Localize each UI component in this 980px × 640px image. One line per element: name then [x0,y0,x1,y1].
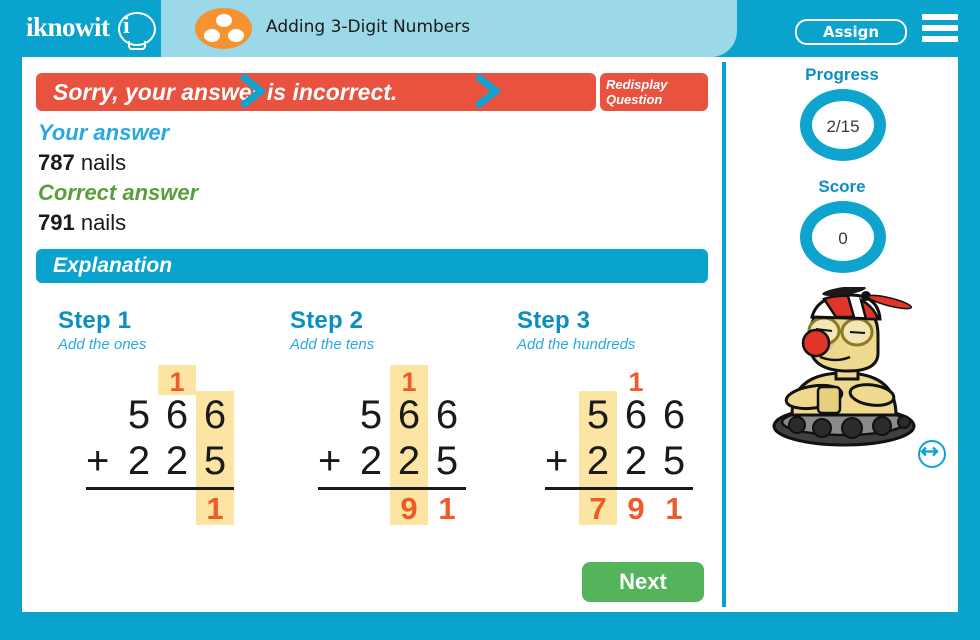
score-value: 0 [838,229,848,248]
addition-column-3: 65 1 [655,365,693,526]
addend2-digit: 5 [435,439,459,483]
your-answer-value: 787 nails [38,150,126,176]
sum-rule-line [545,487,693,490]
redisplay-question-button[interactable]: Redisplay Question [600,73,708,111]
column-addition: 5 2 1 6 2 6 5 1 + [58,365,273,526]
sum-rule-line [318,487,466,490]
addition-column-1: 52 [352,365,390,525]
your-answer-unit: nails [74,150,127,175]
dot-left [204,29,220,42]
column-addition: 5 2 1 6 2 9 6 5 1 + [290,365,505,526]
step-subtitle: Add the ones [58,336,147,353]
iknowit-app-window: iknowit i Adding 3-Digit Numbers Assign … [0,0,980,640]
addend1-digit: 5 [127,393,151,437]
correct-answer-label: Correct answer [38,180,199,205]
correct-answer-value: 791 nails [38,210,126,236]
explanation-step-1: Step 1 Add the ones 5 2 1 6 2 6 5 1 + [58,307,273,526]
plus-sign: + [318,439,342,483]
logo-bulb-letter: i [123,13,130,39]
assign-button[interactable]: Assign [795,19,907,45]
addend2-digit: 5 [662,439,686,483]
next-button[interactable]: Next [582,562,704,602]
explanation-step-2: Step 2 Add the tens 5 2 1 6 2 9 6 5 1 + [290,307,505,526]
sum-digit: 1 [206,491,224,526]
addition-column-3: 65 1 [428,365,466,526]
lesson-title: Adding 3-Digit Numbers [266,17,471,37]
addend1-digit: 6 [203,393,227,437]
explanation-header: Explanation [36,249,708,283]
addend1-digit: 6 [624,393,648,437]
addend1-digit: 6 [165,393,189,437]
dot-top [216,14,232,27]
sum-digit: 7 [589,491,607,526]
addend1-digit: 6 [435,393,459,437]
hamburger-menu-icon[interactable] [922,14,958,43]
addend1-digit: 6 [662,393,686,437]
explanation-step-3: Step 3 Add the hundreds 5 2 7 1 6 2 9 6 5 1 + [517,307,732,526]
addition-column-2: 1629 [390,365,428,526]
menu-bar-1 [922,14,958,20]
redisplay-line-2: Question [606,92,663,107]
iknowit-logo[interactable]: iknowit i [22,8,158,50]
addition-column-1: 52 [120,365,158,525]
your-answer-number: 787 [38,150,75,175]
plus-sign: + [545,439,569,483]
addend2-digit: 2 [359,439,383,483]
progress-value: 2/15 [826,117,860,136]
addend1-digit: 5 [586,393,610,437]
addend2-digit: 5 [203,439,227,483]
chevron-right-icon-1 [237,71,267,111]
three-dots-circle-icon [195,8,252,49]
redisplay-line-1: Redisplay [606,77,668,92]
step-subtitle: Add the hundreds [517,336,636,353]
sum-digit: 1 [438,491,456,526]
step-title: Step 3 [517,307,591,334]
addend2-digit: 2 [586,439,610,483]
addend2-digit: 2 [127,439,151,483]
column-addition: 5 2 7 1 6 2 9 6 5 1 + [517,365,732,526]
your-answer-label: Your answer [38,120,170,145]
progress-label: Progress [805,65,879,84]
logo-text: iknowit [26,12,110,42]
correct-answer-unit: nails [74,210,127,235]
horizontal-resize-icon[interactable] [918,440,946,468]
addend2-digit: 2 [397,439,421,483]
sum-digit: 9 [627,491,645,526]
question-panel: Sorry, your answer is incorrect. Redispl… [22,57,722,612]
plus-sign: + [86,439,110,483]
content-stage: Sorry, your answer is incorrect. Redispl… [22,57,958,612]
correct-answer-number: 791 [38,210,75,235]
status-panel: Progress 2/15 Score 0 [726,57,958,612]
addition-column-1: 52 7 [579,365,617,526]
addend2-digit: 2 [165,439,189,483]
addend1-digit: 5 [359,393,383,437]
score-label: Score [818,177,866,196]
result-banner: Sorry, your answer is incorrect. [36,73,596,111]
menu-bar-2 [922,25,958,31]
step-subtitle: Add the tens [290,336,375,353]
app-header: iknowit i Adding 3-Digit Numbers Assign [0,0,980,57]
step-title: Step 2 [290,307,364,334]
sum-digit: 9 [400,491,418,526]
step-title: Step 1 [58,307,132,334]
cartoon-robot-character [762,285,927,452]
addend2-digit: 2 [624,439,648,483]
lightbulb-base-icon [128,41,146,50]
sum-rule-line [86,487,234,490]
addition-column-2: 162 [158,365,196,525]
chevron-right-icon-2 [472,71,502,111]
addition-column-3: 65 1 [196,365,234,526]
menu-bar-3 [922,36,958,42]
lesson-tab[interactable]: Adding 3-Digit Numbers [161,0,737,57]
dot-right [228,29,244,42]
addition-column-2: 1629 [617,365,655,526]
sum-digit: 1 [665,491,683,526]
addend1-digit: 6 [397,393,421,437]
